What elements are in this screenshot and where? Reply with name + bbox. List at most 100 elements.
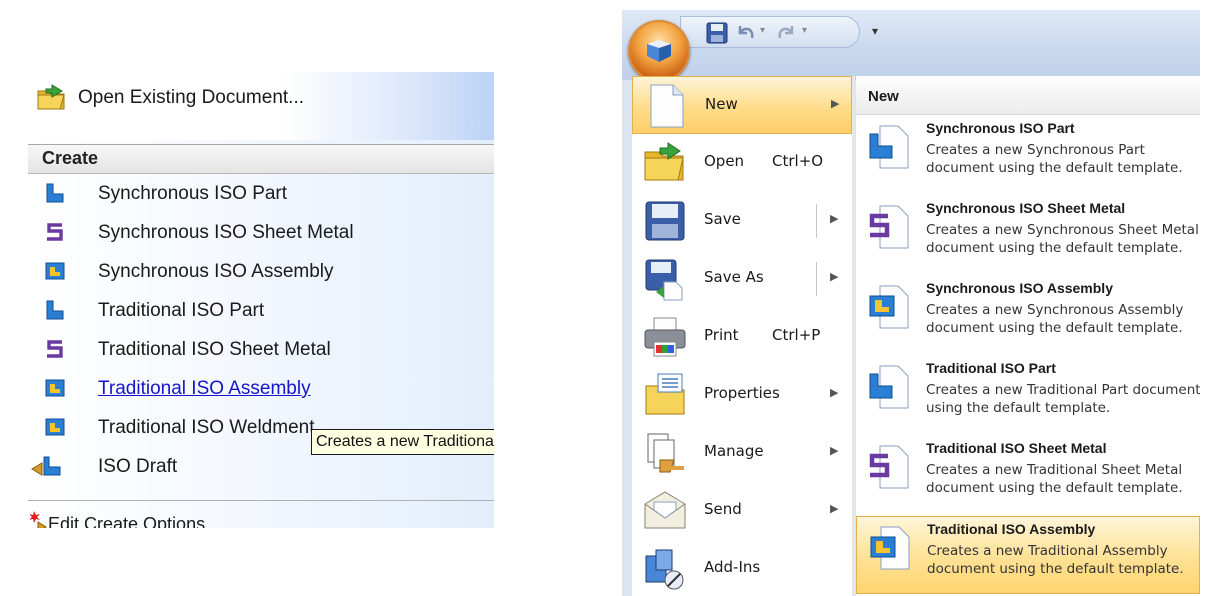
- create-panel: Open Existing Document... Create Synchro…: [28, 72, 494, 528]
- new-synchronous-iso-sheet-metal[interactable]: Synchronous ISO Sheet Metal Creates a ne…: [856, 196, 1200, 274]
- customize-qat-icon[interactable]: ▾: [872, 24, 878, 38]
- menu-manage[interactable]: Manage ▶: [632, 424, 852, 482]
- new-item-description: Creates a new Synchronous Assembly docum…: [926, 302, 1184, 336]
- create-item-label: Synchronous ISO Sheet Metal: [98, 222, 354, 243]
- create-item-label: Traditional ISO Assembly: [98, 378, 311, 399]
- create-synchronous-iso-assembly[interactable]: Synchronous ISO Assembly: [28, 252, 494, 290]
- application-menu-commands: New ▶ Open Ctrl+O Save ▶ Save As ▶ Print…: [632, 76, 853, 596]
- part-doc-icon: [869, 365, 909, 409]
- create-item-label: Traditional ISO Weldment: [98, 417, 315, 438]
- menu-add-ins-label: Add-Ins: [704, 558, 761, 576]
- assembly-icon: [45, 379, 65, 397]
- submenu-arrow-icon: ▶: [830, 387, 839, 399]
- menu-save[interactable]: Save ▶: [632, 192, 852, 250]
- menu-properties-label: Properties: [704, 384, 780, 402]
- menu-open[interactable]: Open Ctrl+O: [632, 134, 852, 192]
- weldment-icon: [45, 418, 65, 436]
- undo-dropdown-icon[interactable]: ▾: [760, 25, 765, 36]
- new-submenu: New Synchronous ISO Part Creates a new S…: [856, 76, 1200, 596]
- menu-save-label: Save: [704, 210, 741, 228]
- new-item-title: Synchronous ISO Part: [926, 120, 1075, 136]
- menu-manage-label: Manage: [704, 442, 764, 460]
- assembly-doc-icon: [869, 285, 909, 329]
- submenu-arrow-icon[interactable]: ▶: [830, 212, 838, 225]
- new-item-description: Creates a new Synchronous Sheet Metal do…: [926, 222, 1199, 256]
- new-traditional-iso-assembly[interactable]: Traditional ISO Assembly Creates a new T…: [856, 516, 1200, 594]
- part-icon: [46, 300, 64, 320]
- create-traditional-iso-assembly[interactable]: Traditional ISO Assembly: [28, 369, 494, 407]
- menu-new[interactable]: New ▶: [632, 76, 852, 134]
- menu-save-as-label: Save As: [704, 268, 764, 286]
- manage-icon: [647, 433, 684, 473]
- create-item-label: ISO Draft: [98, 456, 178, 477]
- add-ins-icon: [645, 549, 684, 590]
- create-traditional-iso-part[interactable]: Traditional ISO Part: [28, 291, 494, 329]
- new-document-icon: [650, 84, 684, 128]
- part-icon: [46, 183, 64, 203]
- open-existing-document-link[interactable]: Open Existing Document...: [36, 78, 304, 118]
- tooltip: Creates a new Traditional ISO Assembly: [311, 429, 494, 455]
- quick-access-toolbar: ▾ ▾ ▾: [622, 10, 1200, 82]
- split-divider: [816, 204, 817, 238]
- sheet-metal-icon: [47, 340, 63, 358]
- open-folder-icon: [644, 142, 684, 181]
- properties-icon: [645, 373, 685, 415]
- draft-icon: [31, 456, 61, 476]
- save-icon[interactable]: [706, 22, 728, 44]
- redo-dropdown-icon[interactable]: ▾: [802, 25, 807, 36]
- part-doc-icon: [869, 125, 909, 169]
- redo-icon[interactable]: [776, 22, 798, 44]
- create-item-label: Synchronous ISO Assembly: [98, 261, 334, 282]
- create-traditional-iso-sheet-metal[interactable]: Traditional ISO Sheet Metal: [28, 330, 494, 368]
- save-icon: [645, 201, 685, 241]
- create-item-label: Traditional ISO Part: [98, 300, 265, 321]
- submenu-arrow-icon[interactable]: ▶: [830, 270, 838, 283]
- split-divider: [816, 262, 817, 296]
- new-traditional-iso-sheet-metal[interactable]: Traditional ISO Sheet Metal Creates a ne…: [856, 436, 1200, 514]
- new-traditional-iso-part[interactable]: Traditional ISO Part Creates a new Tradi…: [856, 356, 1200, 434]
- new-item-description: Creates a new Traditional Part document …: [926, 382, 1200, 416]
- new-item-description: Creates a new Traditional Assembly docum…: [927, 543, 1184, 577]
- menu-column-separator: [852, 76, 855, 596]
- open-existing-label: Open Existing Document...: [78, 87, 304, 108]
- menu-send-label: Send: [704, 500, 742, 518]
- new-item-description: Creates a new Traditional Sheet Metal do…: [926, 462, 1183, 496]
- menu-open-shortcut: Ctrl+O: [772, 152, 824, 170]
- new-item-title: Traditional ISO Sheet Metal: [926, 440, 1107, 456]
- menu-properties[interactable]: Properties ▶: [632, 366, 852, 424]
- application-menu-window: ▾ ▾ ▾ New ▶ Open Ctrl+O Save ▶ Save As ▶…: [622, 10, 1200, 596]
- printer-icon: [644, 317, 686, 357]
- sheet-metal-icon: [47, 223, 63, 241]
- create-item-label: Synchronous ISO Part: [98, 183, 288, 204]
- new-synchronous-iso-assembly[interactable]: Synchronous ISO Assembly Creates a new S…: [856, 276, 1200, 354]
- new-item-title: Traditional ISO Part: [926, 360, 1056, 376]
- new-synchronous-iso-part[interactable]: Synchronous ISO Part Creates a new Synch…: [856, 116, 1200, 194]
- menu-print[interactable]: Print Ctrl+P: [632, 308, 852, 366]
- menu-send[interactable]: Send ▶: [632, 482, 852, 540]
- application-logo-icon: [647, 40, 671, 62]
- new-item-title: Traditional ISO Assembly: [927, 521, 1096, 537]
- new-item-description: Creates a new Synchronous Part document …: [926, 142, 1183, 176]
- application-button[interactable]: [628, 20, 690, 82]
- assembly-doc-icon: [870, 526, 910, 570]
- menu-save-as[interactable]: Save As ▶: [632, 250, 852, 308]
- divider: [28, 500, 494, 501]
- open-folder-icon: [37, 84, 65, 110]
- sheet-metal-doc-icon: [869, 445, 909, 489]
- create-synchronous-iso-sheet-metal[interactable]: Synchronous ISO Sheet Metal: [28, 213, 494, 251]
- new-submenu-title: New: [868, 88, 899, 105]
- new-submenu-header: New: [856, 80, 1200, 115]
- menu-add-ins[interactable]: Add-Ins: [632, 540, 852, 596]
- undo-icon[interactable]: [734, 22, 756, 44]
- create-section-header: Create: [28, 144, 494, 174]
- create-header-label: Create: [42, 148, 99, 168]
- new-item-title: Synchronous ISO Sheet Metal: [926, 200, 1126, 216]
- assembly-icon: [45, 262, 65, 280]
- new-item-title: Synchronous ISO Assembly: [926, 280, 1113, 296]
- menu-new-label: New: [705, 95, 738, 113]
- create-synchronous-iso-part[interactable]: Synchronous ISO Part: [28, 174, 494, 212]
- save-as-icon: [645, 259, 683, 301]
- submenu-arrow-icon: ▶: [830, 503, 839, 515]
- submenu-arrow-icon: ▶: [831, 98, 840, 110]
- menu-print-label: Print: [704, 326, 739, 344]
